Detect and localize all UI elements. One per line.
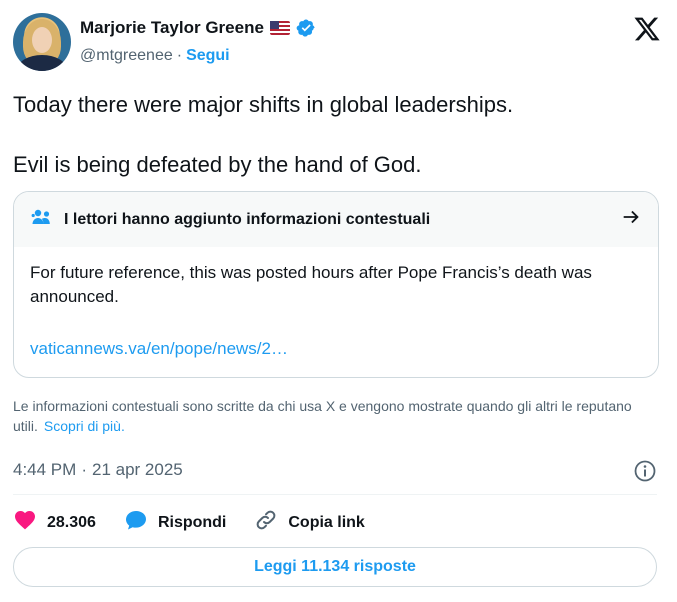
follow-button[interactable]: Segui (186, 47, 230, 65)
tweet-header: Marjorie Taylor Greene @mtgreenee · Segu… (13, 13, 661, 73)
speech-bubble-icon (124, 508, 148, 537)
arrow-right-icon[interactable] (620, 206, 642, 233)
info-icon[interactable] (633, 459, 657, 483)
meta-separator: · (81, 460, 87, 479)
tweet-time[interactable]: 4:44 PM (13, 460, 76, 480)
community-note: I lettori hanno aggiunto informazioni co… (13, 191, 659, 378)
heart-icon (13, 508, 37, 537)
community-note-title: I lettori hanno aggiunto informazioni co… (64, 210, 431, 228)
read-replies-button[interactable]: Leggi 11.134 risposte (13, 547, 657, 587)
handle-row: @mtgreenee · Segui (80, 47, 230, 65)
us-flag-icon (269, 21, 290, 35)
tweet-timestamp[interactable]: 4:44 PM · 21 apr 2025 (13, 460, 183, 480)
tweet-paragraph: Evil is being defeated by the hand of Go… (13, 152, 422, 177)
author-name-row: Marjorie Taylor Greene (80, 18, 316, 38)
x-logo-icon[interactable] (633, 15, 661, 43)
action-bar: 28.306 Rispondi Copia link (13, 508, 393, 537)
like-button[interactable]: 28.306 (13, 508, 96, 537)
community-note-header[interactable]: I lettori hanno aggiunto informazioni co… (14, 192, 658, 247)
people-icon (30, 205, 54, 234)
copy-link-label: Copia link (288, 513, 365, 531)
note-disclaimer: Le informazioni contestuali sono scritte… (13, 396, 663, 436)
tweet-paragraph: Today there were major shifts in global … (13, 92, 514, 117)
like-count: 28.306 (47, 513, 96, 531)
community-note-link[interactable]: vaticannews.va/en/pope/news/2… (30, 337, 642, 361)
learn-more-link[interactable]: Scopri di più. (44, 418, 125, 434)
link-icon (254, 508, 278, 537)
copy-link-button[interactable]: Copia link (254, 508, 365, 537)
community-note-text: For future reference, this was posted ho… (30, 263, 592, 306)
author-name[interactable]: Marjorie Taylor Greene (80, 18, 264, 38)
verified-badge-icon (296, 18, 316, 38)
reply-label: Rispondi (157, 513, 227, 531)
handle-separator: · (176, 47, 183, 64)
reply-button[interactable]: Rispondi (124, 508, 226, 537)
divider (13, 494, 657, 495)
author-handle[interactable]: @mtgreenee (80, 47, 173, 65)
avatar[interactable] (13, 13, 71, 71)
community-note-body: For future reference, this was posted ho… (14, 247, 658, 361)
tweet-text: Today there were major shifts in global … (13, 90, 653, 180)
tweet-date[interactable]: 21 apr 2025 (92, 460, 183, 480)
